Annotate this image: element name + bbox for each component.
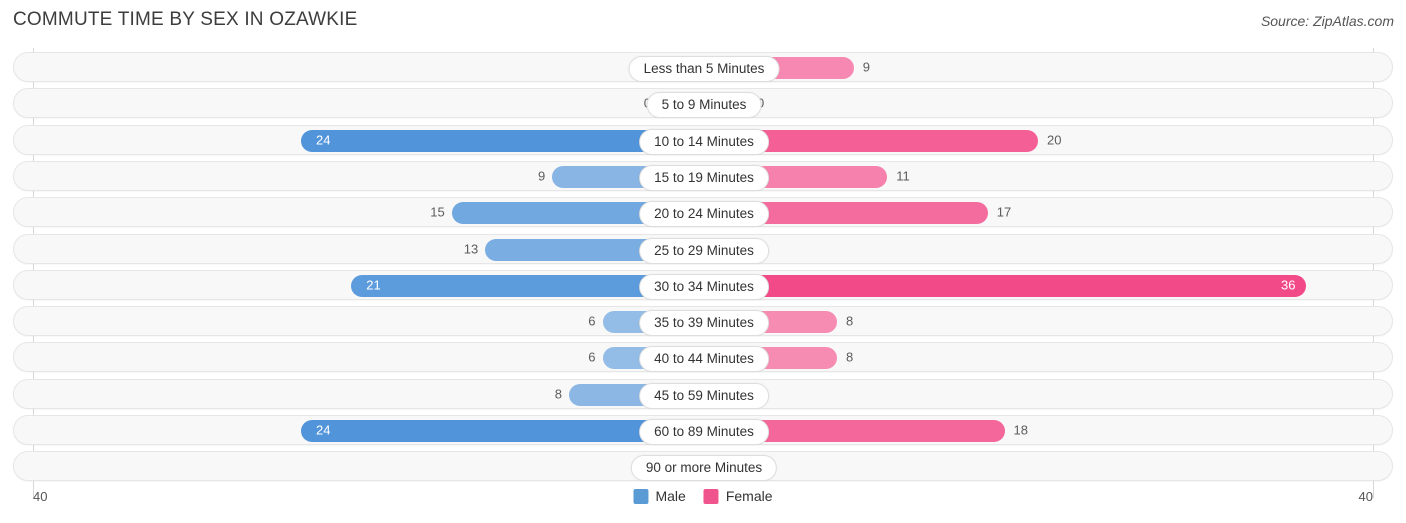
category-label: 40 to 44 Minutes — [639, 346, 769, 373]
category-label: 10 to 14 Minutes — [639, 128, 769, 155]
page-title: COMMUTE TIME BY SEX IN OZAWKIE — [13, 9, 358, 30]
legend-label-female: Female — [725, 488, 773, 504]
category-label: 60 to 89 Minutes — [639, 419, 769, 445]
table-row[interactable]: 09Less than 5 Minutes — [13, 52, 1393, 82]
category-label: 30 to 34 Minutes — [639, 273, 769, 300]
bar-value-male: 21 — [366, 277, 381, 293]
category-label: 15 to 19 Minutes — [639, 164, 769, 191]
legend-item-male[interactable]: Male — [633, 488, 686, 504]
bar-value-male: 24 — [316, 132, 331, 148]
table-row[interactable]: 13225 to 29 Minutes — [13, 233, 1393, 264]
bar-female[interactable] — [703, 274, 1306, 297]
plot-area: 09Less than 5 Minutes005 to 9 Minutes242… — [0, 48, 1406, 498]
bar-value-male: 13 — [463, 241, 479, 256]
axis-tick-right: 40 — [1358, 489, 1373, 504]
bar-value-male: 6 — [588, 313, 596, 329]
bar-value-female: 11 — [896, 168, 910, 184]
table-row[interactable]: 005 to 9 Minutes — [13, 88, 1393, 119]
legend-swatch-female — [703, 488, 719, 504]
table-row[interactable]: 2090 or more Minutes — [13, 451, 1393, 482]
bar-value-female: 20 — [1047, 132, 1062, 148]
table-row[interactable]: 24 20 10 to 14 Minutes — [13, 124, 1393, 155]
category-label: Less than 5 Minutes — [628, 56, 780, 82]
bar-value-male: 6 — [588, 349, 596, 365]
legend-label-male: Male — [655, 488, 686, 504]
category-label: 90 or more Minutes — [630, 455, 778, 482]
bar-value-male: 8 — [554, 386, 562, 402]
table-row[interactable]: 9 11 15 to 19 Minutes — [13, 160, 1393, 191]
category-label: 45 to 59 Minutes — [639, 382, 769, 409]
bar-value-female: 8 — [846, 349, 854, 365]
category-label: 5 to 9 Minutes — [646, 92, 762, 119]
table-row[interactable]: 15 17 20 to 24 Minutes — [13, 197, 1393, 228]
bar-value-male: 15 — [430, 204, 445, 220]
legend-swatch-male — [633, 488, 649, 504]
table-row[interactable]: 21 36 30 to 34 Minutes — [13, 269, 1393, 300]
bar-value-male: 24 — [316, 422, 331, 438]
bar-value-male: 9 — [538, 168, 546, 184]
category-label: 35 to 39 Minutes — [639, 310, 769, 337]
legend-item-female[interactable]: Female — [703, 488, 773, 504]
bar-value-female: 17 — [996, 204, 1012, 220]
bar-value-female: 9 — [862, 59, 870, 75]
commute-time-bar-chart: COMMUTE TIME BY SEX IN OZAWKIE Source: Z… — [0, 0, 1406, 523]
source-attribution: Source: ZipAtlas.com — [1260, 13, 1394, 29]
bar-value-female: 36 — [1281, 277, 1296, 293]
table-row[interactable]: 6 8 40 to 44 Minutes — [13, 342, 1393, 373]
axis-tick-left: 40 — [33, 489, 48, 504]
bar-value-female: 8 — [846, 313, 854, 329]
table-row[interactable]: 24 18 60 to 89 Minutes — [13, 415, 1393, 445]
legend: Male Female — [633, 488, 773, 504]
bar-value-female: 18 — [1013, 422, 1028, 438]
table-row[interactable]: 8245 to 59 Minutes — [13, 378, 1393, 409]
table-row[interactable]: 6 8 35 to 39 Minutes — [13, 306, 1393, 337]
category-label: 20 to 24 Minutes — [639, 201, 769, 228]
category-label: 25 to 29 Minutes — [639, 237, 769, 264]
